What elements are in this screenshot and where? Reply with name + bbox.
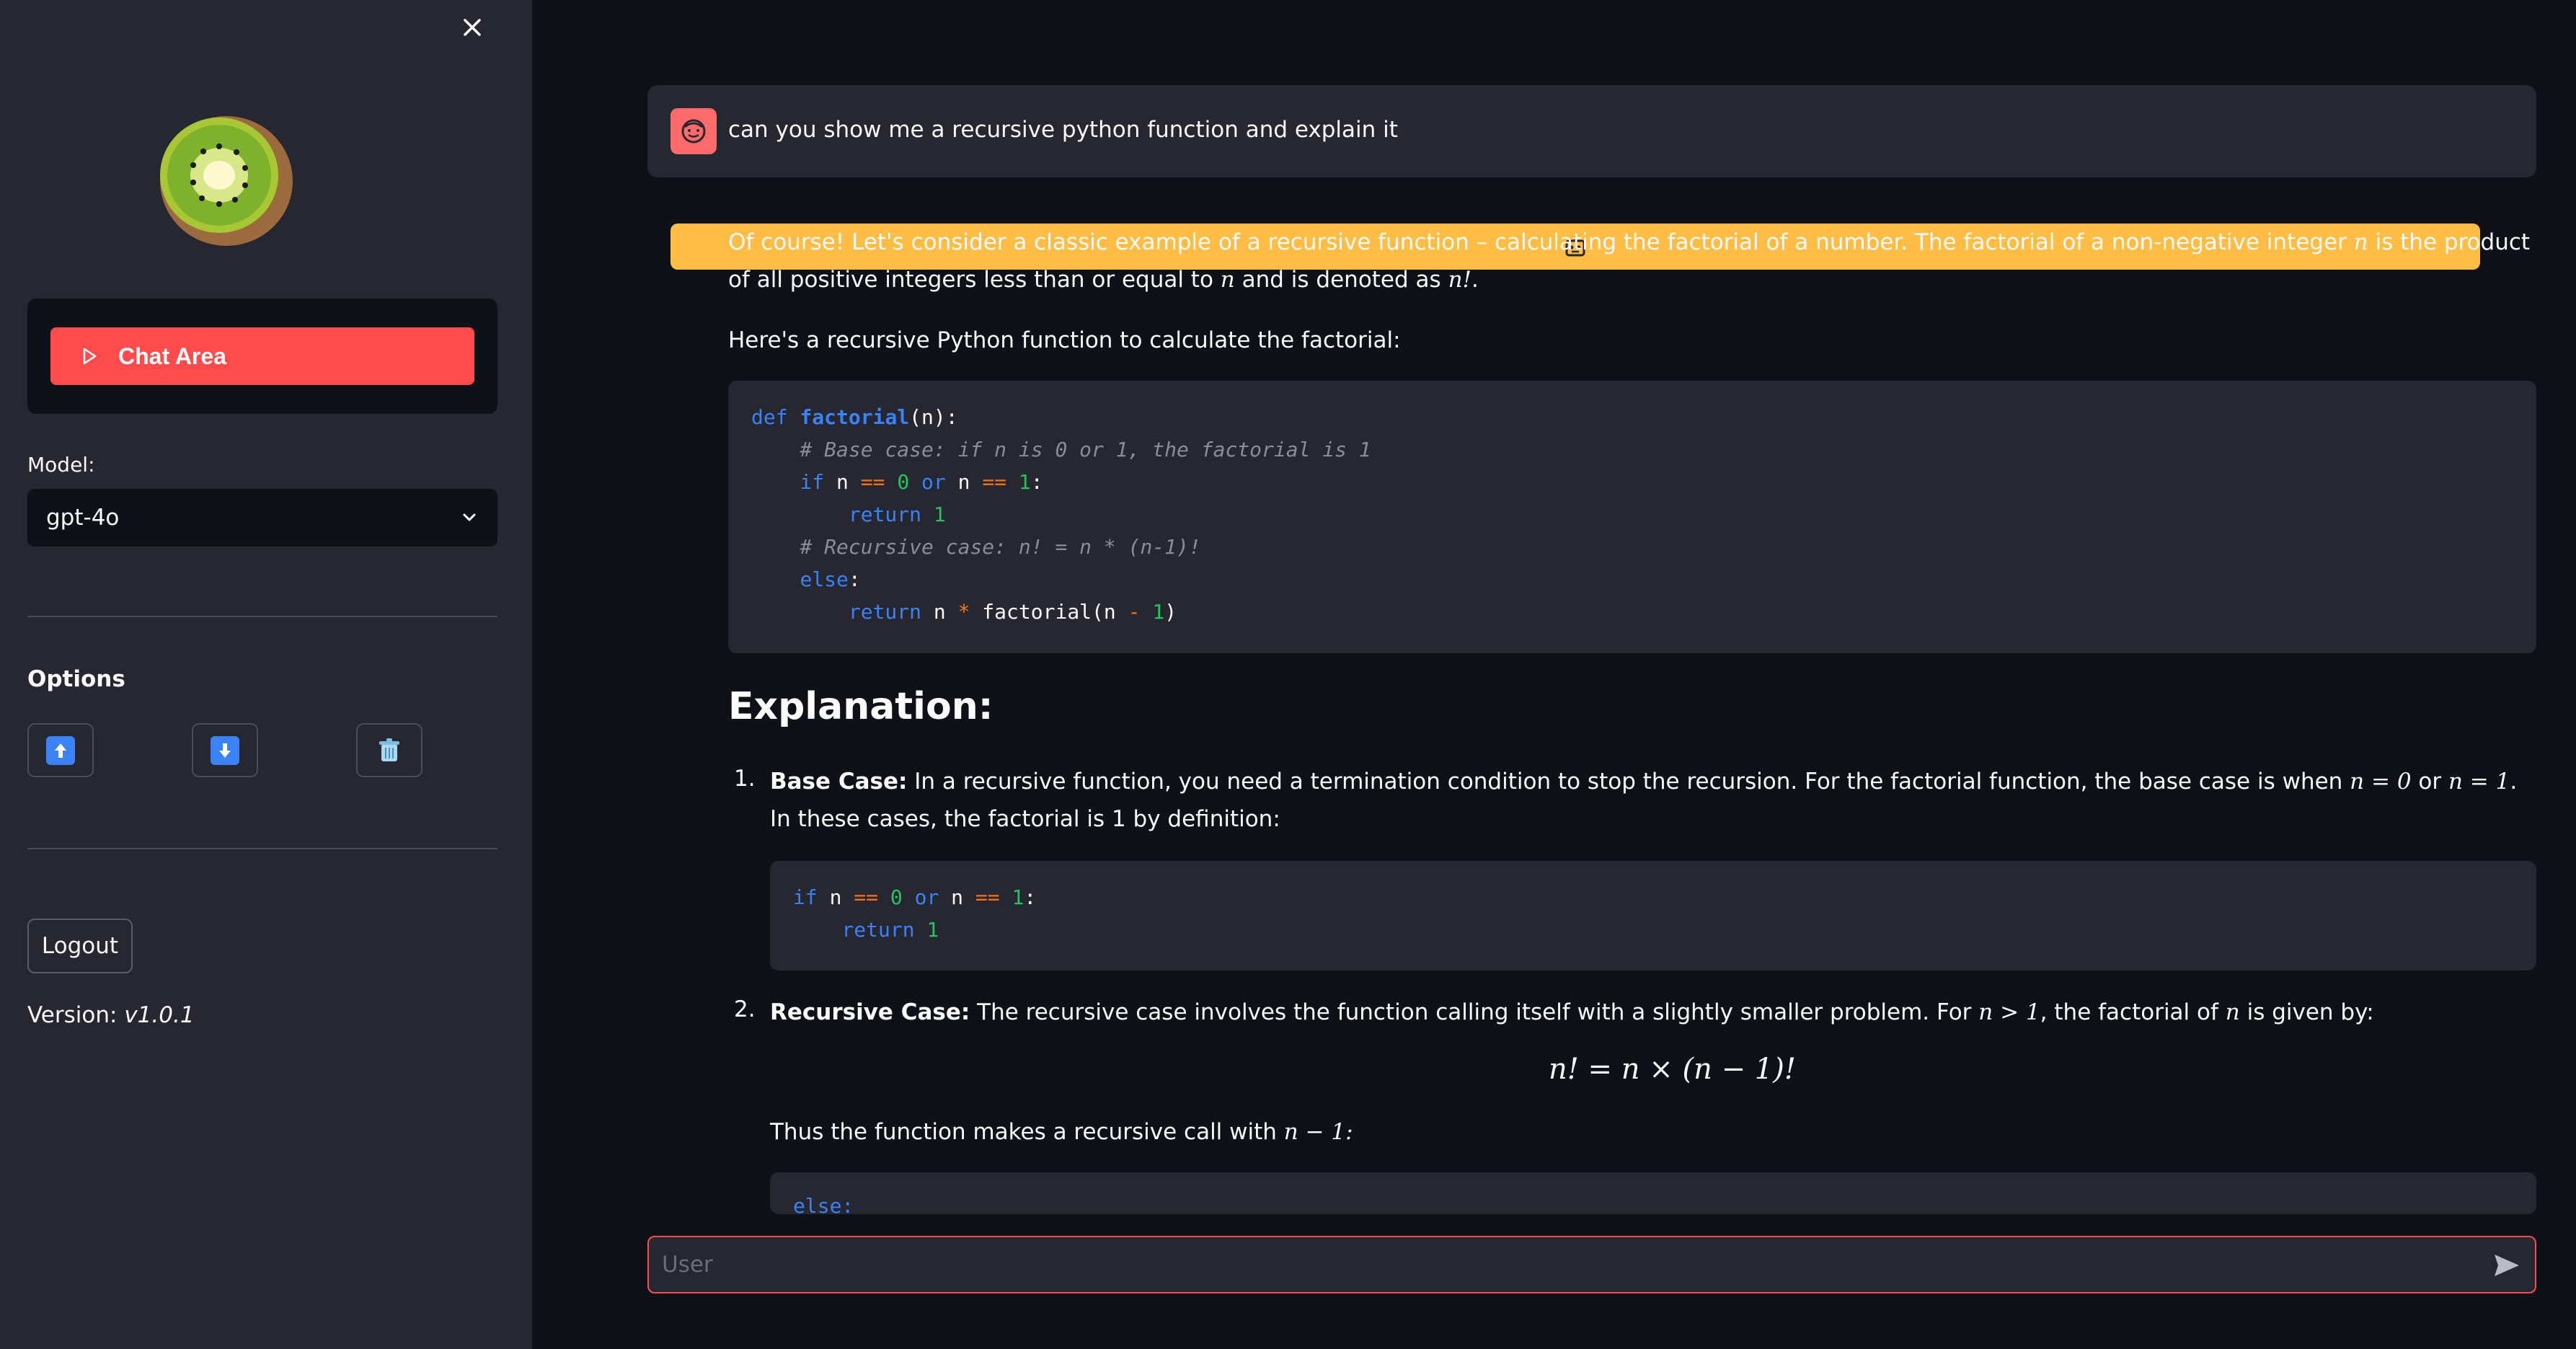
play-icon <box>83 348 97 365</box>
divider <box>27 848 497 849</box>
list-item-recursive-case: Recursive Case: The recursive case invol… <box>770 999 2374 1025</box>
chevron-down-icon <box>463 513 476 521</box>
chat-input[interactable] <box>662 1252 2464 1278</box>
options-title: Options <box>27 666 125 692</box>
thus-paragraph: Thus the function makes a recursive call… <box>770 1119 1353 1145</box>
close-icon[interactable] <box>458 13 487 42</box>
list-number: 2. <box>734 996 756 1022</box>
divider <box>27 616 497 617</box>
download-icon <box>211 735 239 765</box>
version-text: Version: v1.0.1 <box>27 1002 195 1028</box>
model-label: Model: <box>27 453 95 477</box>
user-message-text: can you show me a recursive python funct… <box>728 117 1398 143</box>
sidebar: Chat Area Model: gpt-4o Options Logout V… <box>0 0 532 1349</box>
send-icon[interactable] <box>2492 1250 2522 1281</box>
code-block-base-case: if n == 0 or n == 1: return 1 <box>770 861 2536 970</box>
download-button[interactable] <box>192 723 258 777</box>
trash-icon <box>375 736 404 765</box>
logout-button[interactable]: Logout <box>27 919 133 973</box>
code-block-factorial: def factorial(n): # Base case: if n is 0… <box>728 381 2536 653</box>
factorial-formula: n! = n × (n − 1)! <box>1549 1053 1796 1086</box>
list-number: 1. <box>734 766 756 792</box>
nav-item-label: Chat Area <box>118 342 226 369</box>
upload-icon <box>46 735 75 765</box>
kiwi-logo <box>160 116 293 246</box>
nav-item-chat-area[interactable]: Chat Area <box>50 327 474 385</box>
code-block-partial: else: <box>770 1172 2536 1214</box>
nav-panel: Chat Area <box>27 298 497 414</box>
list-item-base-case: Base Case: In a recursive function, you … <box>770 769 2518 832</box>
bot-intro-code-label: Here's a recursive Python function to ca… <box>728 327 1401 353</box>
chat-input-container <box>647 1236 2536 1293</box>
face-icon <box>681 119 706 143</box>
model-select[interactable]: gpt-4o <box>27 489 497 547</box>
bot-intro-paragraph: Of course! Let's consider a classic exam… <box>728 229 2531 293</box>
bot-message: Of course! Let's consider a classic exam… <box>728 224 2538 359</box>
explanation-heading: Explanation: <box>728 685 993 728</box>
user-avatar <box>670 108 717 154</box>
delete-button[interactable] <box>356 723 422 777</box>
version-value: v1.0.1 <box>124 1002 195 1028</box>
model-select-value: gpt-4o <box>46 505 120 531</box>
upload-button[interactable] <box>27 723 94 777</box>
